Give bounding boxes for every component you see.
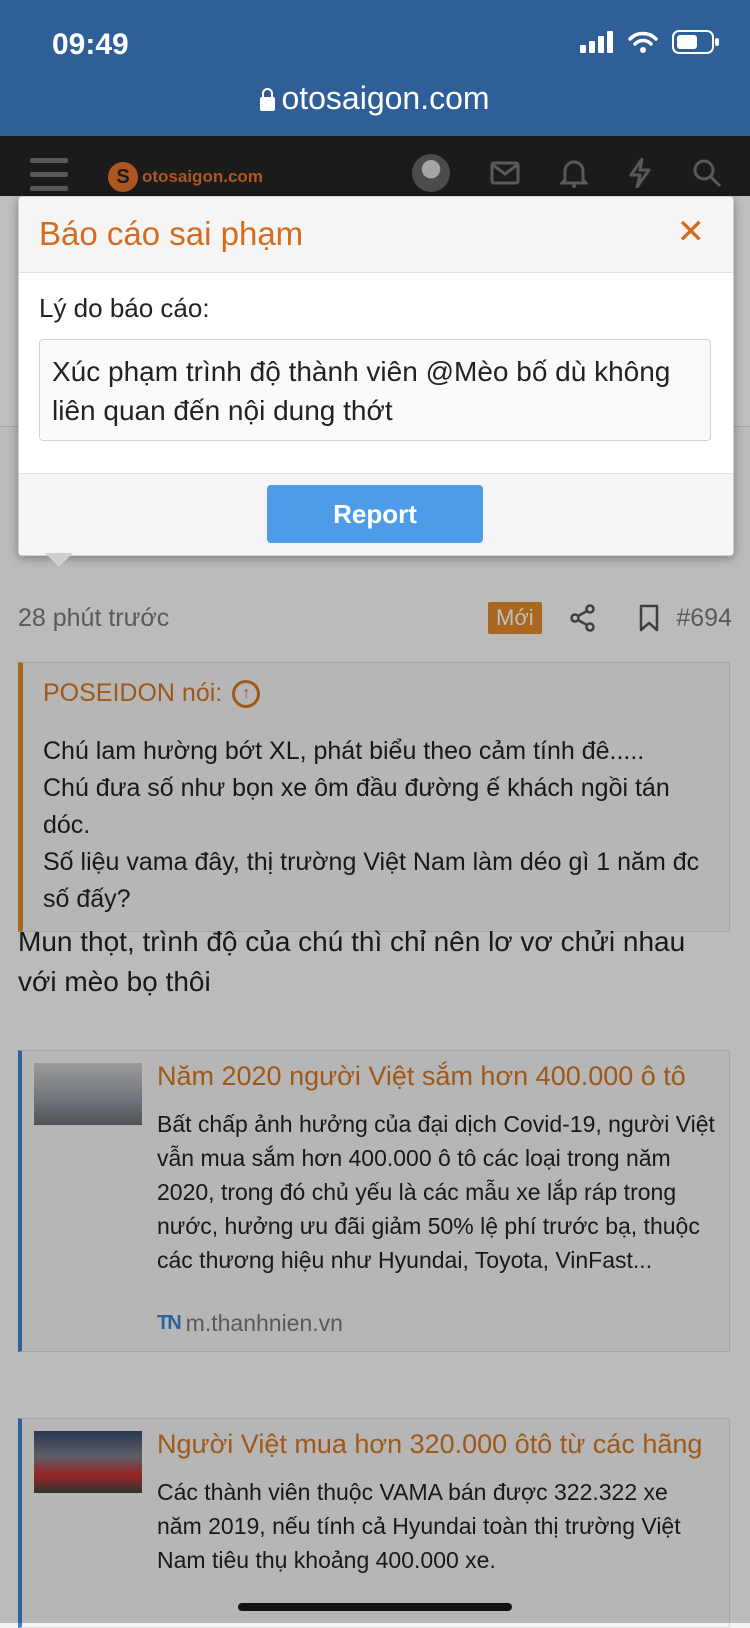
report-button[interactable]: Report: [267, 485, 483, 543]
url-text: otosaigon.com: [281, 80, 490, 116]
browser-bar: 09:49 otosaigon.com: [0, 0, 750, 136]
report-dialog: Báo cáo sai phạm ✕ Lý do báo cáo: Xúc ph…: [18, 196, 734, 556]
lock-icon: [260, 88, 276, 111]
reason-label: Lý do báo cáo:: [39, 293, 210, 323]
dialog-title: Báo cáo sai phạm: [39, 215, 304, 252]
status-icons: [580, 30, 720, 54]
wifi-icon: [628, 31, 658, 53]
dialog-header: Báo cáo sai phạm ✕: [19, 197, 733, 273]
status-time: 09:49: [52, 28, 129, 61]
battery-icon: [672, 30, 719, 54]
dialog-footer: Report: [19, 473, 733, 555]
address-bar[interactable]: otosaigon.com: [0, 80, 750, 117]
dialog-pointer: [45, 553, 73, 567]
reason-textarea[interactable]: Xúc phạm trình độ thành viên @Mèo bố dù …: [39, 339, 711, 441]
signal-icon: [580, 31, 613, 53]
home-indicator[interactable]: [238, 1603, 512, 1611]
close-icon[interactable]: ✕: [677, 215, 706, 249]
